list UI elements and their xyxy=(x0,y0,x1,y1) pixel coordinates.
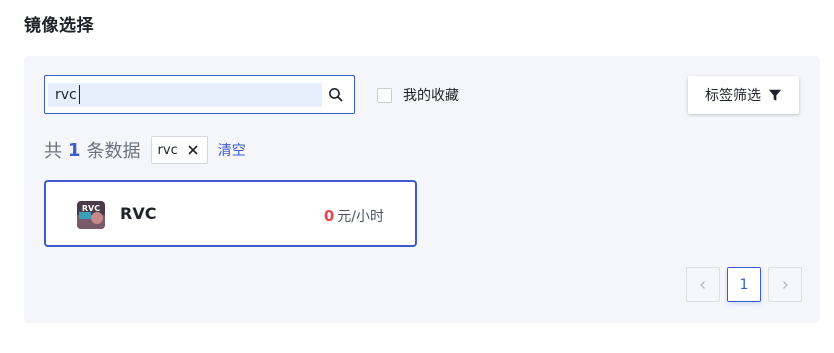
filter-icon xyxy=(768,89,782,101)
favorites-checkbox[interactable] xyxy=(377,87,392,103)
selection-panel: 我的收藏 标签筛选 共 1 条数据 rvc 清空 xyxy=(24,56,820,323)
favorites-label: 我的收藏 xyxy=(403,88,459,104)
pagination-page-1[interactable]: 1 xyxy=(727,267,761,302)
card-price: 0 元/小时 xyxy=(324,206,384,226)
tag-filter-label: 标签筛选 xyxy=(705,88,761,104)
search-icon[interactable] xyxy=(327,86,344,103)
section-title: 镜像选择 xyxy=(24,16,94,36)
summary-suffix: 条数据 xyxy=(86,141,141,162)
image-selection-page: 镜像选择 我的收藏 标签筛选 共 1 条数据 rvc xyxy=(0,0,834,353)
price-value: 0 xyxy=(323,207,335,225)
tag-filter-button[interactable]: 标签筛选 xyxy=(688,76,799,114)
text-caret xyxy=(79,85,80,104)
favorites-toggle[interactable]: 我的收藏 xyxy=(377,86,459,104)
result-summary: 共 1 条数据 rvc 清空 xyxy=(44,136,246,164)
chevron-left-icon xyxy=(700,280,705,289)
price-unit: 元/小时 xyxy=(337,209,384,225)
pagination-next-button[interactable] xyxy=(768,267,802,302)
chip-label: rvc xyxy=(157,142,178,158)
rvc-logo-icon: RVC xyxy=(77,201,105,229)
summary-prefix: 共 xyxy=(44,141,62,162)
active-filter-chip: rvc xyxy=(150,136,208,164)
card-title: RVC xyxy=(120,204,157,223)
close-icon[interactable] xyxy=(188,145,198,155)
search-box[interactable] xyxy=(44,75,355,114)
chevron-right-icon xyxy=(783,280,788,289)
image-card-rvc[interactable]: RVC RVC 0 元/小时 xyxy=(44,180,417,247)
pagination-prev-button[interactable] xyxy=(686,267,720,302)
result-count: 1 xyxy=(68,139,81,161)
clear-filters-link[interactable]: 清空 xyxy=(218,140,246,160)
search-input[interactable] xyxy=(48,83,322,107)
logo-lettering: RVC xyxy=(82,204,100,213)
